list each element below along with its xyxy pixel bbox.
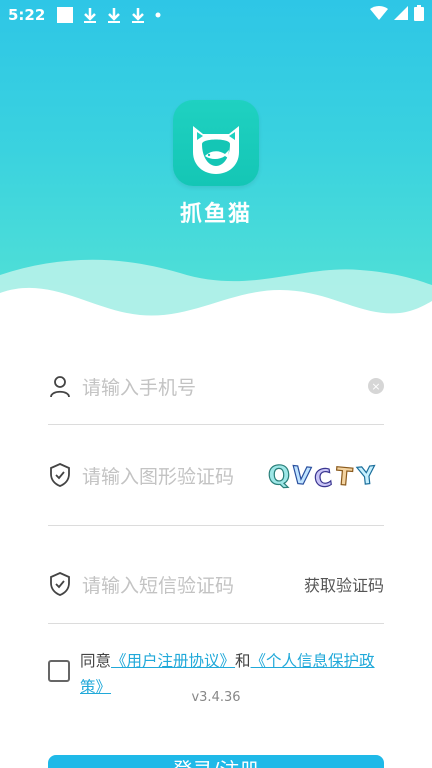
version-label: v3.4.36: [191, 690, 241, 705]
divider: [48, 525, 384, 526]
login-button[interactable]: 登录/注册: [48, 755, 384, 768]
captcha-char: Q: [267, 460, 291, 491]
wifi-icon: [370, 6, 388, 24]
download-icon: [83, 7, 97, 23]
phone-field[interactable]: 请输入手机号 ×: [48, 356, 384, 416]
user-icon: [48, 374, 72, 398]
user-agreement-link[interactable]: 《用户注册协议》: [111, 652, 235, 670]
captcha-field[interactable]: 请输入图形验证码 Q V C T Y: [48, 445, 384, 505]
signal-icon: [394, 6, 408, 24]
download-icon: [107, 7, 121, 23]
divider: [48, 424, 384, 425]
get-code-button[interactable]: 获取验证码: [304, 572, 384, 596]
square-icon: [57, 7, 74, 23]
shield-check-icon: [48, 572, 72, 596]
agreement-checkbox[interactable]: [48, 660, 70, 682]
download-icon: [131, 7, 145, 23]
cat-fish-logo-icon: [173, 100, 259, 186]
wave-decoration: [0, 259, 432, 330]
captcha-image[interactable]: Q V C T Y: [266, 456, 384, 494]
sms-input[interactable]: 请输入短信验证码: [82, 571, 304, 598]
app-name: 抓鱼猫: [179, 202, 252, 227]
sms-field[interactable]: 请输入短信验证码 获取验证码: [48, 554, 384, 614]
phone-input[interactable]: 请输入手机号: [82, 373, 368, 400]
clear-icon[interactable]: ×: [368, 378, 384, 394]
agreement-and: 和: [235, 652, 251, 670]
dot-icon: [155, 12, 161, 18]
captcha-char: Y: [356, 461, 378, 491]
captcha-char: V: [291, 461, 313, 491]
captcha-char: C: [312, 463, 333, 493]
status-time: 5:22: [8, 6, 46, 24]
captcha-char: T: [335, 462, 354, 491]
captcha-input[interactable]: 请输入图形验证码: [82, 462, 266, 489]
battery-icon: [414, 5, 424, 25]
shield-check-icon: [48, 463, 72, 487]
agreement-prefix: 同意: [80, 652, 112, 670]
status-bar: 5:22: [0, 0, 432, 30]
divider: [48, 623, 384, 624]
